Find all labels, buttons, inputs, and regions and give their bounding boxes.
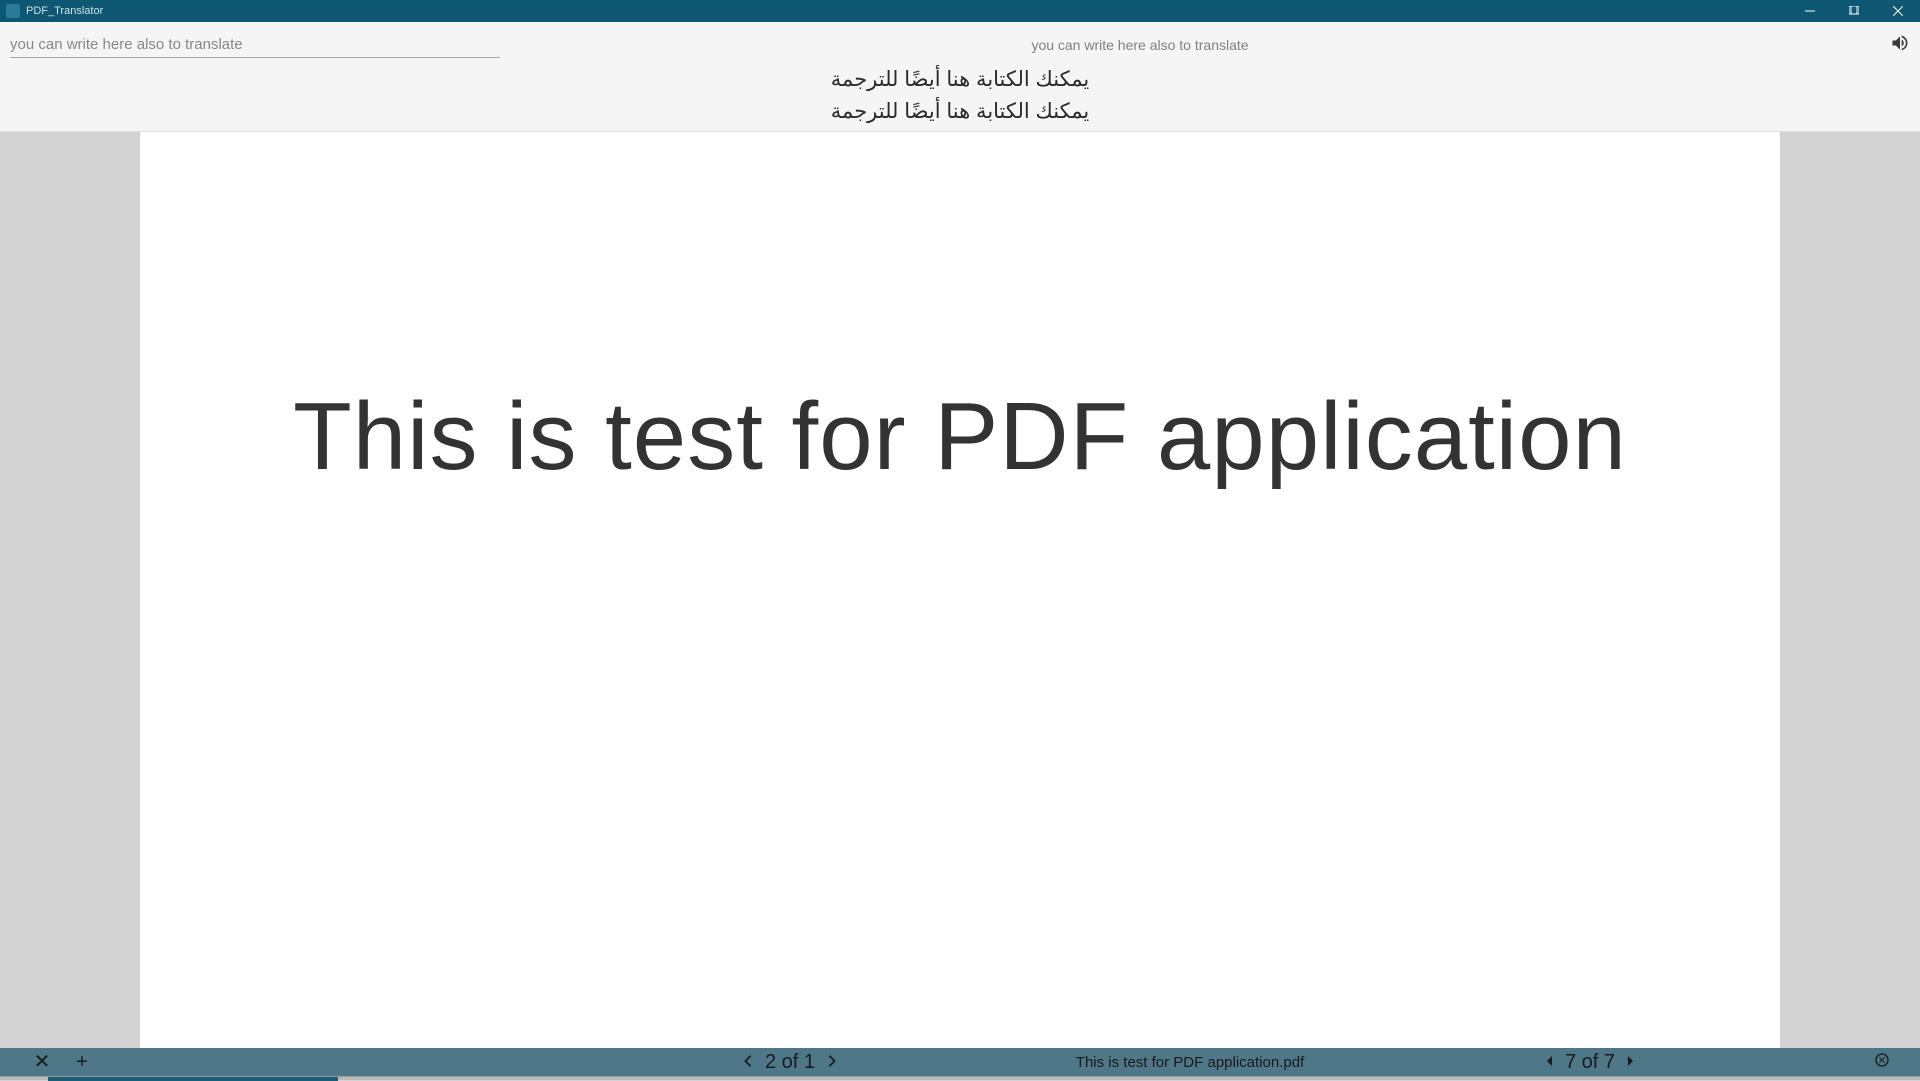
- translation-output: يمكنك الكتابة هنا أيضًا للترجمة يمكنك ال…: [10, 64, 1910, 127]
- fullscreen-icon[interactable]: [1874, 1052, 1890, 1073]
- doc-next-button[interactable]: [1625, 1054, 1635, 1070]
- zoom-out-button[interactable]: ✕: [32, 1052, 52, 1072]
- pdf-page-text: This is test for PDF application: [293, 382, 1627, 492]
- status-bar: ✕ + 2 of 1 This is test for PDF applicat…: [0, 1048, 1920, 1076]
- taskbar: [0, 1076, 1920, 1080]
- minimize-button[interactable]: [1788, 0, 1832, 22]
- close-button[interactable]: [1876, 0, 1920, 22]
- page-counter-left: 2 of 1: [765, 1051, 815, 1074]
- window-controls: [1788, 0, 1920, 22]
- taskbar-active-app: [48, 1077, 338, 1081]
- page-counter-right: 7 of 7: [1565, 1051, 1615, 1074]
- pdf-page: This is test for PDF application: [140, 132, 1780, 1048]
- zoom-in-button[interactable]: +: [72, 1052, 92, 1072]
- speaker-icon[interactable]: [1890, 33, 1910, 58]
- titlebar-left: PDF_Translator: [6, 4, 103, 18]
- arabic-line-1: يمكنك الكتابة هنا أيضًا للترجمة: [10, 64, 1910, 96]
- pdf-viewer[interactable]: This is test for PDF application: [0, 132, 1920, 1048]
- maximize-button[interactable]: [1832, 0, 1876, 22]
- translate-input[interactable]: [10, 32, 500, 58]
- page-nav-left-group: 2 of 1: [741, 1051, 839, 1074]
- translation-panel: you can write here also to translate يمك…: [0, 22, 1920, 132]
- zoom-controls: ✕ +: [0, 1052, 92, 1072]
- app-title: PDF_Translator: [26, 5, 103, 17]
- translate-hint-text: you can write here also to translate: [1031, 37, 1248, 53]
- translation-input-row: you can write here also to translate: [10, 30, 1910, 60]
- page-nav-right-group: 7 of 7: [1545, 1051, 1635, 1074]
- arabic-line-2: يمكنك الكتابة هنا أيضًا للترجمة: [10, 96, 1910, 128]
- filename-label: This is test for PDF application.pdf: [1076, 1054, 1304, 1071]
- doc-prev-button[interactable]: [1545, 1054, 1555, 1070]
- page-prev-button[interactable]: [741, 1052, 755, 1073]
- titlebar: PDF_Translator: [0, 0, 1920, 22]
- page-next-button[interactable]: [825, 1052, 839, 1073]
- app-icon: [6, 4, 20, 18]
